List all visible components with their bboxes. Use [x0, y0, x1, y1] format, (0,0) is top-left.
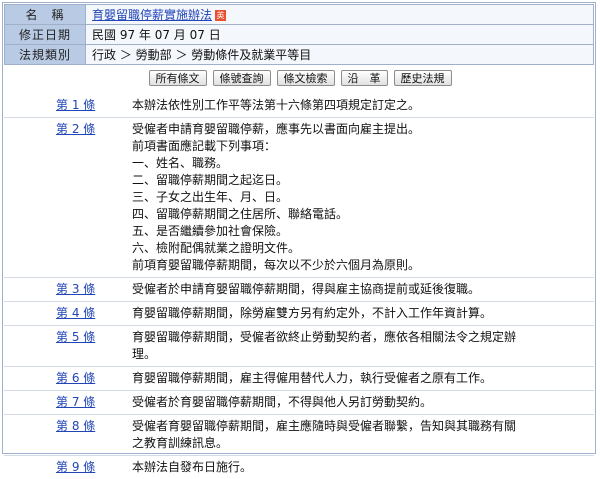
article-number-link[interactable]: 第 6 條	[4, 370, 132, 387]
article-text-line: 受僱者育嬰留職停薪期間，雇主應隨時與受僱者聯繫，告知與其職務有關	[132, 419, 517, 433]
article-row: 第 1 條本辦法依性別工作平等法第十六條第四項規定訂定之。	[4, 94, 594, 118]
law-name-link[interactable]: 育嬰留職停薪實施辦法	[92, 8, 212, 22]
article-text: 本辦法自發布日施行。	[132, 459, 594, 476]
all-articles-button[interactable]: 所有條文	[148, 70, 207, 86]
article-text: 育嬰留職停薪期間，除勞雇雙方另有約定外，不計入工作年資計算。	[132, 305, 594, 322]
article-row: 第 4 條育嬰留職停薪期間，除勞雇雙方另有約定外，不計入工作年資計算。	[4, 302, 594, 326]
article-number-query-button[interactable]: 條號查詢	[212, 70, 271, 86]
article-row: 第 2 條受僱者申請育嬰留職停薪，應事先以書面向雇主提出。 前項書面應記載下列事項…	[4, 118, 594, 278]
article-text-line: 育嬰留職停薪期間，受僱者欲終止勞動契約者，應依各相關法令之規定辦	[132, 330, 517, 344]
article-text-line: 受僱者於申請育嬰留職停薪期間，得與雇主協商提前或延後復職。	[132, 282, 481, 296]
article-text-line: 一、姓名、職務。	[132, 156, 229, 170]
name-label: 名 稱	[4, 4, 86, 25]
article-text-line: 四、留職停薪期間之住居所、聯絡電話。	[132, 207, 349, 221]
article-text: 育嬰留職停薪期間，雇主得僱用替代人力，執行受僱者之原有工作。	[132, 370, 594, 387]
category-value: 行政 ＞ 勞動部 ＞ 勞動條件及就業平等目	[85, 44, 594, 65]
article-number-link[interactable]: 第 8 條	[4, 418, 132, 452]
article-text-line: 二、留職停薪期間之起迄日。	[132, 173, 289, 187]
article-row: 第 8 條受僱者育嬰留職停薪期間，雇主應隨時與受僱者聯繫，告知與其職務有關 之教育…	[4, 415, 594, 456]
article-text: 受僱者於申請育嬰留職停薪期間，得與雇主協商提前或延後復職。	[132, 281, 594, 298]
article-row: 第 6 條育嬰留職停薪期間，雇主得僱用替代人力，執行受僱者之原有工作。	[4, 367, 594, 391]
toolbar: 所有條文 條號查詢 條文檢索 沿 革 歷史法規	[0, 70, 600, 86]
article-text: 育嬰留職停薪期間，受僱者欲終止勞動契約者，應依各相關法令之規定辦 理。	[132, 329, 594, 363]
category-label: 法規類別	[4, 44, 86, 65]
article-number-link[interactable]: 第 7 條	[4, 394, 132, 411]
law-name-cell: 育嬰留職停薪實施辦法英	[85, 4, 594, 25]
article-text: 受僱者申請育嬰留職停薪，應事先以書面向雇主提出。 前項書面應記載下列事項： 一、姓名…	[132, 121, 594, 274]
article-text-line: 育嬰留職停薪期間，除勞雇雙方另有約定外，不計入工作年資計算。	[132, 306, 493, 320]
article-text: 受僱者育嬰留職停薪期間，雇主應隨時與受僱者聯繫，告知與其職務有關 之教育訓練訊息。	[132, 418, 594, 452]
article-text-line: 理。	[132, 347, 157, 361]
article-row: 第 5 條育嬰留職停薪期間，受僱者欲終止勞動契約者，應依各相關法令之規定辦 理。	[4, 326, 594, 367]
historical-regulations-button[interactable]: 歷史法規	[393, 70, 452, 86]
article-search-button[interactable]: 條文檢索	[276, 70, 335, 86]
article-number-link[interactable]: 第 4 條	[4, 305, 132, 322]
article-text-line: 前項書面應記載下列事項：	[132, 139, 277, 153]
article-text-line: 之教育訓練訊息。	[132, 436, 229, 450]
article-text: 受僱者於育嬰留職停薪期間，不得與他人另訂勞動契約。	[132, 394, 594, 411]
history-button[interactable]: 沿 革	[340, 70, 388, 86]
article-text-line: 本辦法自發布日施行。	[132, 460, 253, 474]
article-text-line: 六、檢附配偶就業之證明文件。	[132, 241, 301, 255]
article-text-line: 受僱者於育嬰留職停薪期間，不得與他人另訂勞動契約。	[132, 395, 433, 409]
article-text-line: 本辦法依性別工作平等法第十六條第四項規定訂定之。	[132, 98, 421, 112]
article-number-link[interactable]: 第 9 條	[4, 459, 132, 476]
article-text-line: 三、子女之出生年、月、日。	[132, 190, 289, 204]
article-text-line: 前項育嬰留職停薪期間，每次以不少於六個月為原則。	[132, 258, 421, 272]
date-value: 民國 97 年 07 月 07 日	[85, 24, 594, 45]
article-text-line: 育嬰留職停薪期間，雇主得僱用替代人力，執行受僱者之原有工作。	[132, 371, 493, 385]
english-version-icon[interactable]: 英	[215, 10, 227, 21]
article-number-link[interactable]: 第 3 條	[4, 281, 132, 298]
article-text-line: 五、是否繼續參加社會保險。	[132, 224, 289, 238]
article-number-link[interactable]: 第 1 條	[4, 97, 132, 114]
date-label: 修正日期	[4, 24, 86, 45]
article-text-line: 受僱者申請育嬰留職停薪，應事先以書面向雇主提出。	[132, 122, 421, 136]
article-row: 第 3 條受僱者於申請育嬰留職停薪期間，得與雇主協商提前或延後復職。	[4, 278, 594, 302]
law-info-table: 名 稱 育嬰留職停薪實施辦法英 修正日期 民國 97 年 07 月 07 日 法…	[4, 4, 594, 65]
article-text: 本辦法依性別工作平等法第十六條第四項規定訂定之。	[132, 97, 594, 114]
article-row: 第 9 條本辦法自發布日施行。	[4, 456, 594, 479]
article-list: 第 1 條本辦法依性別工作平等法第十六條第四項規定訂定之。第 2 條受僱者申請育…	[4, 94, 594, 479]
article-number-link[interactable]: 第 2 條	[4, 121, 132, 274]
article-number-link[interactable]: 第 5 條	[4, 329, 132, 363]
article-row: 第 7 條受僱者於育嬰留職停薪期間，不得與他人另訂勞動契約。	[4, 391, 594, 415]
